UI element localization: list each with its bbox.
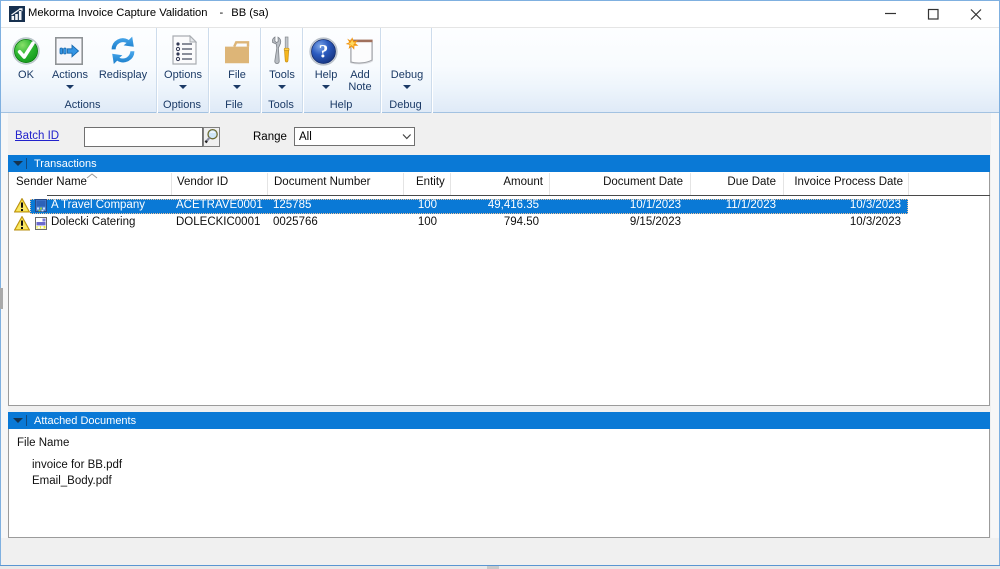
svg-text:?: ? — [319, 42, 329, 63]
